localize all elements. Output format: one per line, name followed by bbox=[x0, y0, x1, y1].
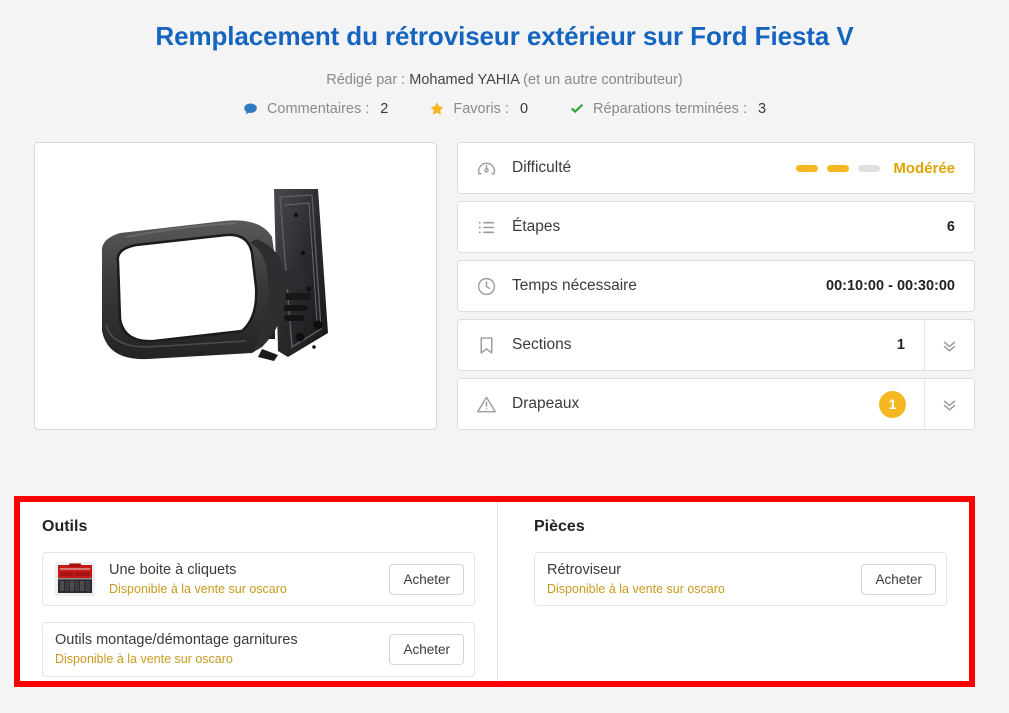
bookmark-icon bbox=[475, 334, 497, 356]
info-value-steps: 6 bbox=[946, 219, 955, 235]
part-availability: Disponible à la vente sur oscaro bbox=[547, 581, 725, 596]
list-icon bbox=[475, 216, 497, 238]
parts-title: Pièces bbox=[534, 518, 585, 535]
info-row-sections[interactable]: Sections 1 bbox=[457, 319, 975, 371]
info-panel: Difficulté Modérée Étapes 6 Temps nécess… bbox=[457, 142, 975, 430]
difficulty-meter: Modérée bbox=[796, 160, 974, 177]
content-columns: Difficulté Modérée Étapes 6 Temps nécess… bbox=[34, 142, 975, 430]
comment-icon bbox=[243, 101, 259, 117]
buy-button[interactable]: Acheter bbox=[389, 563, 464, 595]
list-item-text: Une boite à cliquets Disponible à la ven… bbox=[109, 561, 377, 597]
info-row-flags[interactable]: Drapeaux 1 bbox=[457, 378, 975, 430]
stat-comments-value: 2 bbox=[380, 101, 389, 117]
difficulty-value: Modérée bbox=[893, 159, 955, 177]
list-item[interactable]: Outils montage/démontage garnitures Disp… bbox=[42, 622, 475, 677]
info-value-sections: 1 bbox=[896, 337, 905, 353]
part-name: Rétroviseur bbox=[547, 562, 622, 578]
clock-icon bbox=[475, 275, 497, 297]
tools-column: Outils Une boite à cliquets Disponible à… bbox=[20, 502, 497, 681]
info-label-steps: Étapes bbox=[512, 218, 561, 235]
author-name[interactable]: Mohamed YAHIA bbox=[409, 72, 519, 88]
page-title: Remplacement du rétroviseur extérieur su… bbox=[155, 21, 854, 51]
stat-favorites-label: Favoris : bbox=[453, 101, 509, 117]
tutorial-photo[interactable] bbox=[34, 142, 437, 430]
info-label-difficulty: Difficulté bbox=[512, 159, 572, 176]
tools-title: Outils bbox=[42, 518, 88, 535]
tool-name: Outils montage/démontage garnitures bbox=[55, 632, 298, 649]
check-icon bbox=[569, 101, 585, 117]
difficulty-segment-2 bbox=[827, 164, 850, 172]
stat-comments-label: Commentaires : bbox=[266, 101, 370, 117]
stats-row: Commentaires : 2 Favoris : 0 Réparations… bbox=[0, 101, 1009, 117]
stat-favorites[interactable]: Favoris : 0 bbox=[429, 101, 528, 117]
byline: Rédigé par : Mohamed YAHIA (et un autre … bbox=[0, 72, 1009, 88]
list-item-text: Outils montage/démontage garnitures Disp… bbox=[55, 631, 377, 667]
expand-flags-button[interactable] bbox=[924, 379, 974, 429]
stat-completed-repairs-value: 3 bbox=[757, 101, 767, 117]
mirror-illustration bbox=[55, 161, 416, 411]
info-label-flags: Drapeaux bbox=[512, 395, 580, 412]
stat-completed-repairs[interactable]: Réparations terminées : 3 bbox=[569, 101, 766, 117]
byline-prefix: Rédigé par : bbox=[326, 72, 406, 88]
info-label-sections: Sections bbox=[512, 336, 572, 353]
tool-availability: Disponible à la vente sur oscaro bbox=[109, 581, 287, 596]
list-item[interactable]: Une boite à cliquets Disponible à la ven… bbox=[42, 552, 475, 607]
star-icon bbox=[429, 101, 445, 117]
info-label-time: Temps nécessaire bbox=[512, 277, 637, 294]
byline-suffix: (et un autre contributeur) bbox=[523, 72, 683, 88]
expand-sections-button[interactable] bbox=[924, 320, 974, 370]
status-badge: 1 bbox=[879, 390, 906, 418]
difficulty-segment-3 bbox=[858, 164, 881, 172]
info-row-steps[interactable]: Étapes 6 bbox=[457, 201, 975, 253]
difficulty-segment-1 bbox=[796, 164, 819, 172]
buy-button[interactable]: Acheter bbox=[861, 563, 936, 595]
parts-column: Pièces Rétroviseur Disponible à la vente… bbox=[497, 502, 969, 681]
gauge-icon bbox=[475, 157, 497, 179]
supplies-highlight-region: Outils Une boite à cliquets Disponible à… bbox=[14, 496, 975, 687]
buy-button[interactable]: Acheter bbox=[389, 634, 464, 666]
stat-favorites-value: 0 bbox=[519, 101, 529, 117]
tool-name: Une boite à cliquets bbox=[109, 562, 237, 578]
list-item-text: Rétroviseur Disponible à la vente sur os… bbox=[547, 561, 849, 597]
stat-comments[interactable]: Commentaires : 2 bbox=[243, 101, 388, 117]
stat-completed-repairs-label: Réparations terminées : bbox=[593, 101, 747, 117]
info-row-time[interactable]: Temps nécessaire 00:10:00 - 00:30:00 bbox=[457, 260, 975, 312]
supplies-section: Outils Une boite à cliquets Disponible à… bbox=[20, 502, 969, 681]
tool-availability: Disponible à la vente sur oscaro bbox=[55, 652, 233, 666]
flags-badge-wrap: 1 bbox=[879, 390, 924, 418]
info-row-difficulty[interactable]: Difficulté Modérée bbox=[457, 142, 975, 194]
info-value-time: 00:10:00 - 00:30:00 bbox=[826, 278, 955, 294]
warning-icon bbox=[475, 393, 497, 415]
toolbox-thumbnail bbox=[55, 562, 95, 597]
list-item[interactable]: Rétroviseur Disponible à la vente sur os… bbox=[534, 552, 947, 607]
